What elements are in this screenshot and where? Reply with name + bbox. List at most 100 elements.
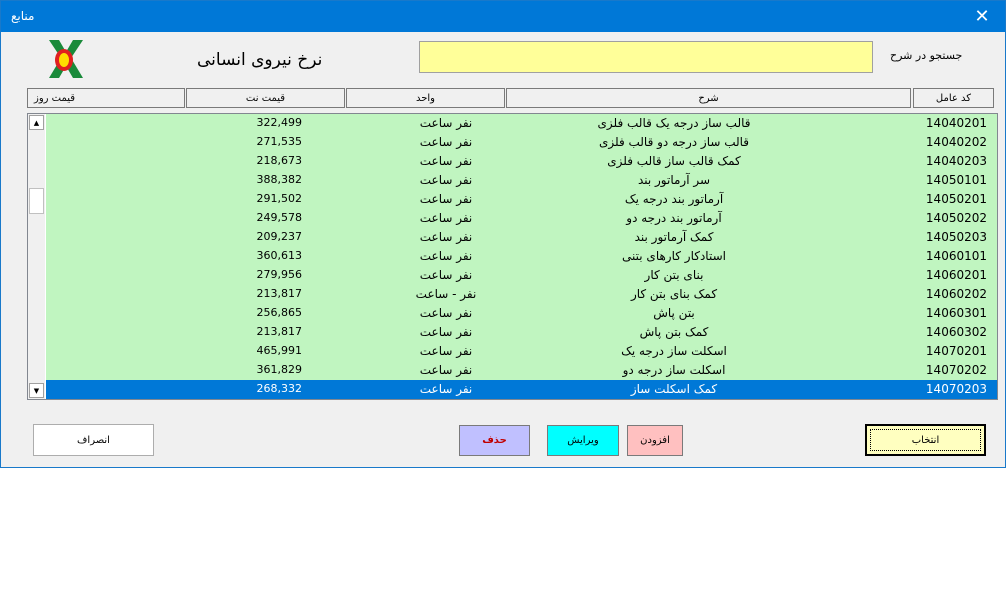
item-code: 14050202 [925,211,987,225]
item-price: 213,817 [256,287,303,300]
item-description: کمک بنای بتن کار [630,287,718,301]
item-price: 291,502 [256,192,303,205]
item-description: قالب ساز درجه دو قالب فلزی [598,135,750,149]
item-description: کمک قالب ساز قالب فلزی [607,154,741,168]
app-logo [49,40,83,78]
column-header-code[interactable]: کد عامل [913,88,994,108]
list-item[interactable]: 14050101 سر آرماتور بند نفر ساعت 388,382 [46,171,997,190]
column-header-unit[interactable]: واحد [346,88,505,108]
item-description: کمک آرماتور بند [634,230,714,244]
list-item[interactable]: 14060101 استادکار کارهای بتنی نفر ساعت 360,… [46,247,997,266]
item-code: 14070203 [925,382,987,396]
item-code: 14040202 [925,135,987,149]
item-unit: نفر ساعت [419,135,473,149]
item-code: 14050203 [925,230,987,244]
list-item[interactable]: 14040203 کمک قالب ساز قالب فلزی نفر ساعت 21… [46,152,997,171]
item-price: 268,332 [256,382,303,395]
item-code: 14040203 [925,154,987,168]
item-unit: نفر ساعت [419,306,473,320]
edit-button[interactable]: ویرایش [547,425,619,456]
item-unit: نفر ساعت [419,382,473,396]
list-item[interactable]: 14040202 قالب ساز درجه دو قالب فلزی نفر سا… [46,133,997,152]
item-code: 14060301 [925,306,987,320]
item-code: 14060202 [925,287,987,301]
focus-rectangle [870,429,981,451]
item-price: 213,817 [256,325,303,338]
search-label: جستجو در شرح [890,49,963,62]
item-description: استادکار کارهای بتنی [622,249,726,263]
window-title: منابع [11,9,35,23]
item-price: 388,382 [256,173,303,186]
item-description: اسکلت ساز درجه یک [621,344,727,358]
item-unit: نفر - ساعت [415,287,477,301]
title-bar[interactable]: منابع ✕ [1,1,1005,32]
item-unit: نفر ساعت [419,192,473,206]
item-description: آرماتور بند درجه یک [624,192,724,206]
item-description: آرماتور بند درجه دو [626,211,722,225]
item-code: 14040201 [925,116,987,130]
item-unit: نفر ساعت [419,268,473,282]
item-unit: نفر ساعت [419,116,473,130]
item-price: 218,673 [256,154,303,167]
item-description: کمک اسکلت ساز [630,382,718,396]
item-price: 256,865 [256,306,303,319]
scrollbar-thumb[interactable] [29,188,44,214]
item-code: 14070202 [925,363,987,377]
item-price: 361,829 [256,363,303,376]
item-description: اسکلت ساز درجه دو [622,363,726,377]
column-header-description[interactable]: شرح [506,88,911,108]
item-code: 14070201 [925,344,987,358]
list-item[interactable]: 14060301 بتن پاش نفر ساعت 256,865 [46,304,997,323]
scroll-down-icon[interactable]: ▼ [29,383,44,398]
item-description: سر آرماتور بند [637,173,711,187]
page-title: نرخ نیروی انسانی [197,50,323,70]
item-unit: نفر ساعت [419,173,473,187]
select-button[interactable]: انتخاب [865,424,986,456]
item-unit: نفر ساعت [419,230,473,244]
column-header-daily-price[interactable]: قیمت روز [27,88,185,108]
item-price: 360,613 [256,249,303,262]
item-unit: نفر ساعت [419,211,473,225]
list-rows: 14040201 قالب ساز درجه یک قالب فلزی نفر سا… [46,114,997,399]
item-code: 14060101 [925,249,987,263]
item-description: بتن پاش [653,306,695,320]
item-unit: نفر ساعت [419,249,473,263]
list-item[interactable]: 14040201 قالب ساز درجه یک قالب فلزی نفر سا… [46,114,997,133]
list-item[interactable]: 14060302 کمک بتن پاش نفر ساعت 213,817 [46,323,997,342]
list-item[interactable]: 14070202 اسکلت ساز درجه دو نفر ساعت 361,829 [46,361,997,380]
item-unit: نفر ساعت [419,344,473,358]
resources-dialog: منابع ✕ نرخ نیروی انسانی جستجو در شرح کد… [0,0,1006,468]
scroll-up-icon[interactable]: ▲ [29,115,44,130]
add-button[interactable]: افزودن [627,425,683,456]
resources-list[interactable]: ▲ ▼ 14040201 قالب ساز درجه یک قالب فلزی نف… [27,113,998,400]
item-price: 209,237 [256,230,303,243]
item-price: 271,535 [256,135,303,148]
list-item[interactable]: 14060202 کمک بنای بتن کار نفر - ساعت 213,81… [46,285,997,304]
list-item[interactable]: 14060201 بنای بتن کار نفر ساعت 279,956 [46,266,997,285]
list-item[interactable]: 14050203 کمک آرماتور بند نفر ساعت 209,237 [46,228,997,247]
list-item-selected[interactable]: 14070203 کمک اسکلت ساز نفر ساعت 268,332 [46,380,997,399]
item-code: 14060201 [925,268,987,282]
item-code: 14060302 [925,325,987,339]
list-item[interactable]: 14050202 آرماتور بند درجه دو نفر ساعت 249,5… [46,209,997,228]
cancel-button[interactable]: انصراف [33,424,154,456]
item-unit: نفر ساعت [419,325,473,339]
item-unit: نفر ساعت [419,154,473,168]
column-header-net-price[interactable]: قیمت نت [186,88,345,108]
item-description: بنای بتن کار [644,268,704,282]
item-price: 249,578 [256,211,303,224]
item-price: 322,499 [256,116,303,129]
list-item[interactable]: 14050201 آرماتور بند درجه یک نفر ساعت 291,5… [46,190,997,209]
item-price: 279,956 [256,268,303,281]
vertical-scrollbar[interactable]: ▲ ▼ [28,114,45,399]
list-item[interactable]: 14070201 اسکلت ساز درجه یک نفر ساعت 465,991 [46,342,997,361]
item-code: 14050101 [925,173,987,187]
item-code: 14050201 [925,192,987,206]
item-price: 465,991 [256,344,303,357]
item-description: کمک بتن پاش [639,325,709,339]
item-description: قالب ساز درجه یک قالب فلزی [597,116,751,130]
search-input[interactable] [419,41,873,73]
item-unit: نفر ساعت [419,363,473,377]
delete-button[interactable]: حذف [459,425,530,456]
close-icon[interactable]: ✕ [959,1,1005,32]
